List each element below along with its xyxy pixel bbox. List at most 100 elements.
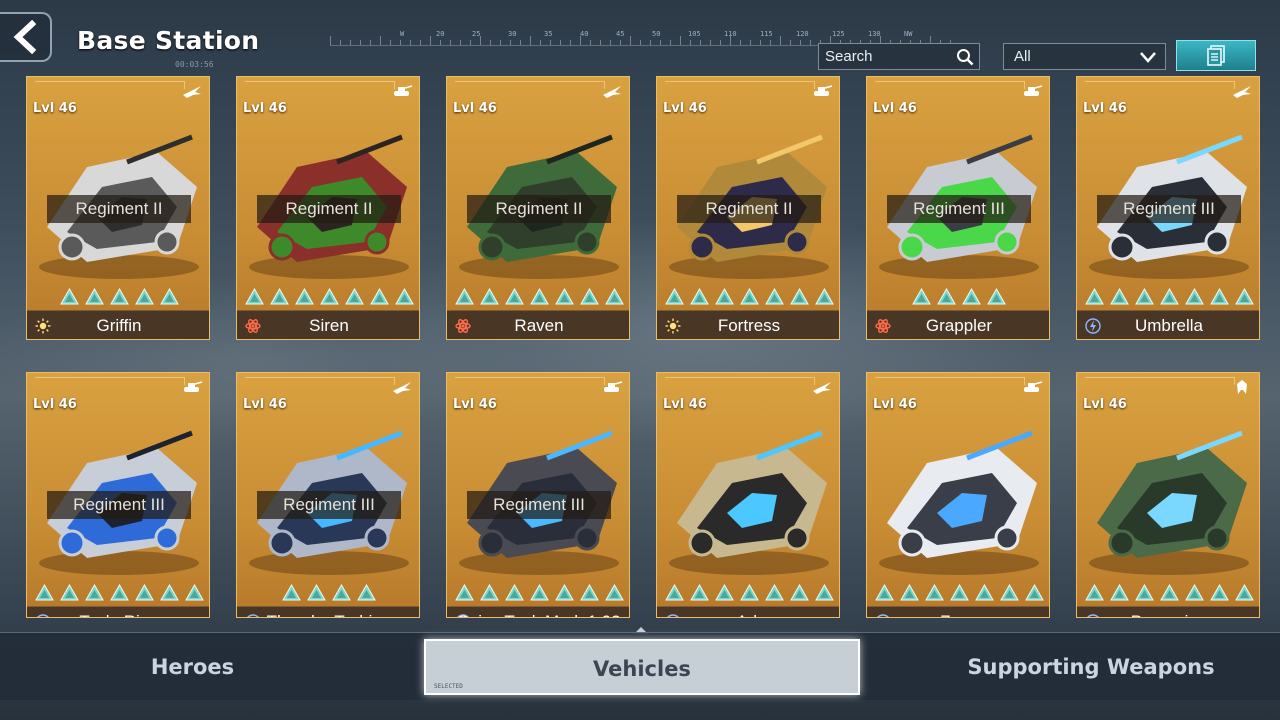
rank-triangle-icon (999, 584, 1019, 601)
rank-triangle-icon (159, 584, 179, 601)
rank-triangle-icon (1109, 584, 1129, 601)
tab-supporting-weapons[interactable]: Supporting Weapons (905, 639, 1277, 695)
star-rating (867, 584, 1049, 602)
rank-triangle-icon (604, 584, 624, 601)
ruler-label: 120 (796, 30, 809, 38)
rank-triangle-icon (1084, 288, 1104, 305)
rank-triangle-icon (814, 584, 834, 601)
rank-triangle-icon (714, 584, 734, 601)
rank-triangle-icon (937, 288, 956, 305)
ruler-tick (590, 40, 591, 45)
rank-triangle-icon (899, 584, 919, 601)
ruler-tick (510, 40, 511, 45)
rank-triangle-icon (1134, 288, 1154, 305)
rank-triangle-icon (109, 584, 129, 601)
rank-triangle-icon (554, 288, 574, 305)
star-rating (867, 288, 1049, 306)
rank-triangle-icon (244, 288, 264, 305)
ruler-label: 25 (472, 30, 481, 38)
filter-dropdown[interactable]: All (1003, 43, 1166, 70)
vehicle-art (1077, 413, 1259, 583)
ruler-tick (410, 40, 411, 45)
ruler-tick (490, 40, 491, 45)
aircraft-icon (1233, 86, 1251, 98)
ruler-tick (370, 40, 371, 45)
tab-heroes-label: Heroes (150, 655, 235, 679)
regiment-label: Regiment III (47, 491, 191, 519)
ruler-tick (500, 40, 501, 45)
card-frame-line (35, 377, 185, 385)
page-title: Base Station (77, 26, 260, 55)
vehicle-card[interactable]: Lvl 46 Regiment II Raven (446, 76, 630, 340)
vehicle-name: Grappler (925, 316, 993, 335)
ruler-tick (390, 40, 391, 45)
vehicle-card[interactable]: Lvl 46 Regiment III Tesla Ring (26, 372, 210, 618)
rank-triangle-icon (1184, 288, 1204, 305)
rank-triangle-icon (307, 584, 326, 601)
ruler-tick (380, 36, 381, 45)
ruler-label: 105 (688, 30, 701, 38)
ruler-tick (620, 40, 621, 45)
vehicle-card[interactable]: Lvl 46 Regiment II Siren (236, 76, 420, 340)
ruler-label: W (400, 30, 405, 38)
rank-triangle-icon (764, 584, 784, 601)
rank-triangle-icon (454, 584, 474, 601)
rank-triangle-icon (579, 288, 599, 305)
back-button[interactable] (0, 12, 52, 62)
vehicle-card[interactable]: Lvl 46 Regiment III Spiny Tank Mark 1.02 (446, 372, 630, 618)
vehicle-card[interactable]: Lvl 46 Regiment III Thunder Turbine (236, 372, 420, 618)
vehicle-card[interactable]: Lvl 46 Regiment III Umbrella (1076, 76, 1260, 340)
search-input[interactable] (819, 44, 949, 69)
rank-triangle-icon (319, 288, 339, 305)
vehicle-card[interactable]: Lvl 46 Ark (656, 372, 840, 618)
card-frame-line (875, 81, 1025, 89)
rank-triangle-icon (84, 584, 104, 601)
rank-triangle-icon (912, 288, 931, 305)
name-bar: Siren (237, 310, 419, 339)
rank-triangle-icon (1234, 584, 1254, 601)
ruler-tick (340, 40, 341, 45)
vehicle-level: Lvl 46 (663, 101, 707, 116)
ruler-label: 130 (868, 30, 881, 38)
vehicle-level: Lvl 46 (243, 397, 287, 412)
tab-heroes[interactable]: Heroes (10, 639, 375, 695)
star-rating (657, 288, 839, 306)
vehicle-name: Fortress (717, 316, 781, 335)
name-bar: Grappler (867, 310, 1049, 339)
rank-triangle-icon (924, 584, 944, 601)
ruler-tick (720, 40, 721, 45)
name-bar: Porcupine (1077, 606, 1259, 617)
vehicle-card[interactable]: Lvl 46 Zeus (866, 372, 1050, 618)
ruler-label: 35 (544, 30, 553, 38)
rank-triangle-icon (184, 584, 204, 601)
star-rating (657, 584, 839, 602)
ruler-tick (670, 40, 671, 45)
magnifier-icon[interactable] (956, 48, 974, 66)
ruler-tick (710, 40, 711, 45)
vehicle-card[interactable]: Lvl 46 Regiment III Grappler (866, 76, 1050, 340)
vehicle-art (657, 413, 839, 583)
tab-vehicles[interactable]: Vehicles SELECTED (424, 639, 860, 695)
card-frame-line (875, 377, 1025, 385)
rank-triangle-icon (604, 288, 624, 305)
ruler-tick (650, 40, 651, 45)
aircraft-icon (813, 382, 831, 394)
vehicle-card[interactable]: Lvl 46 Regiment II Griffin (26, 76, 210, 340)
rank-triangle-icon (59, 584, 79, 601)
mech-icon (1237, 380, 1247, 394)
vehicle-level: Lvl 46 (33, 101, 77, 116)
star-rating (447, 288, 629, 306)
list-view-button[interactable] (1176, 40, 1256, 71)
vehicle-name: Porcupine (1077, 612, 1259, 617)
ruler-tick (800, 40, 801, 45)
rank-triangle-icon (689, 288, 709, 305)
search-box (818, 43, 980, 70)
rank-triangle-icon (554, 584, 574, 601)
ruler-tick (740, 40, 741, 45)
vehicle-card[interactable]: Lvl 46 Porcupine (1076, 372, 1260, 618)
rank-triangle-icon (504, 584, 524, 601)
vehicle-card[interactable]: Lvl 46 Regiment II Fortress (656, 76, 840, 340)
filter-value: All (1014, 48, 1031, 65)
rank-triangle-icon (689, 584, 709, 601)
rank-triangle-icon (764, 288, 784, 305)
